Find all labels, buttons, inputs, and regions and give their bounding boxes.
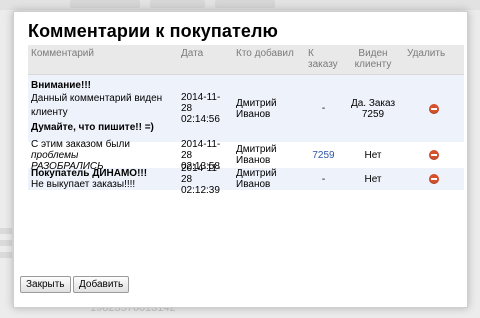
comment-cell: Внимание!!! Данный комментарий виден кли… (28, 75, 178, 142)
author-cell: Дмитрий Иванов (236, 144, 277, 166)
author-cell: Дмитрий Иванов (236, 97, 277, 120)
add-button[interactable]: Добавить (73, 276, 130, 293)
order-cell: 7259 (305, 144, 342, 166)
comment-text: Не выкупает заказы!!!! (31, 179, 136, 190)
date-cell: 2014-11-28 02:14:56 (181, 92, 221, 125)
seen-cell: Нет (364, 149, 382, 161)
table-row: Внимание!!! Данный комментарий виден кли… (28, 75, 464, 144)
comments-dialog: Комментарии к покупателю Комментарий Дат… (13, 11, 468, 308)
table-header: Комментарий Дата Кто добавил К заказу Ви… (28, 45, 464, 75)
header-delete: Удалить (407, 48, 446, 59)
table-row: Покупатель ДИНАМО!!! Не выкупает заказы!… (28, 162, 464, 196)
close-button[interactable]: Закрыть (20, 276, 71, 293)
comment-italic-text: проблемы (31, 149, 79, 161)
header-comment: Комментарий (31, 48, 94, 59)
background-line (0, 228, 12, 234)
background-line (0, 252, 12, 258)
delete-icon[interactable] (429, 174, 439, 184)
header-added-by: Кто добавил (236, 48, 294, 59)
order-cell: - (321, 173, 326, 185)
order-cell: - (321, 103, 326, 114)
comment-text: клиенту (31, 107, 68, 118)
header-order: К заказу (308, 48, 338, 70)
comment-footer: Думайте, что пишите!! =) (31, 122, 154, 133)
author-cell: Дмитрий Иванов (236, 168, 277, 190)
delete-cell (404, 75, 464, 142)
delete-icon[interactable] (429, 103, 439, 114)
background-tab (150, 0, 205, 8)
comment-heading: Покупатель ДИНАМО!!! (31, 168, 148, 179)
comment-heading: Внимание!!! (31, 80, 91, 91)
comment-text: Данный комментарий виден (31, 93, 163, 104)
comment-text: С этим заказом были (31, 138, 130, 150)
background-tab (215, 0, 275, 8)
order-link[interactable]: 7259 (312, 150, 334, 161)
table-row: С этим заказом были проблемы РАЗОБРАЛИСЬ… (28, 139, 464, 172)
date-cell: 2014-11-28 02:12:39 (181, 162, 221, 196)
comment-cell: Покупатель ДИНАМО!!! Не выкупает заказы!… (28, 168, 178, 190)
delete-icon[interactable] (429, 150, 439, 160)
header-date: Дата (181, 48, 204, 59)
background-tab (70, 0, 140, 8)
comments-table: Комментарий Дата Кто добавил К заказу Ви… (28, 45, 464, 196)
background-line (0, 240, 12, 246)
comment-cell: С этим заказом были проблемы РАЗОБРАЛИСЬ (28, 139, 178, 172)
header-seen: Виден клиенту (354, 48, 392, 70)
delete-cell (404, 144, 464, 166)
seen-cell: Да. Заказ 7259 (350, 97, 396, 120)
delete-cell (404, 168, 464, 190)
seen-cell: Нет (364, 173, 382, 185)
dialog-title: Комментарии к покупателю (28, 21, 279, 41)
